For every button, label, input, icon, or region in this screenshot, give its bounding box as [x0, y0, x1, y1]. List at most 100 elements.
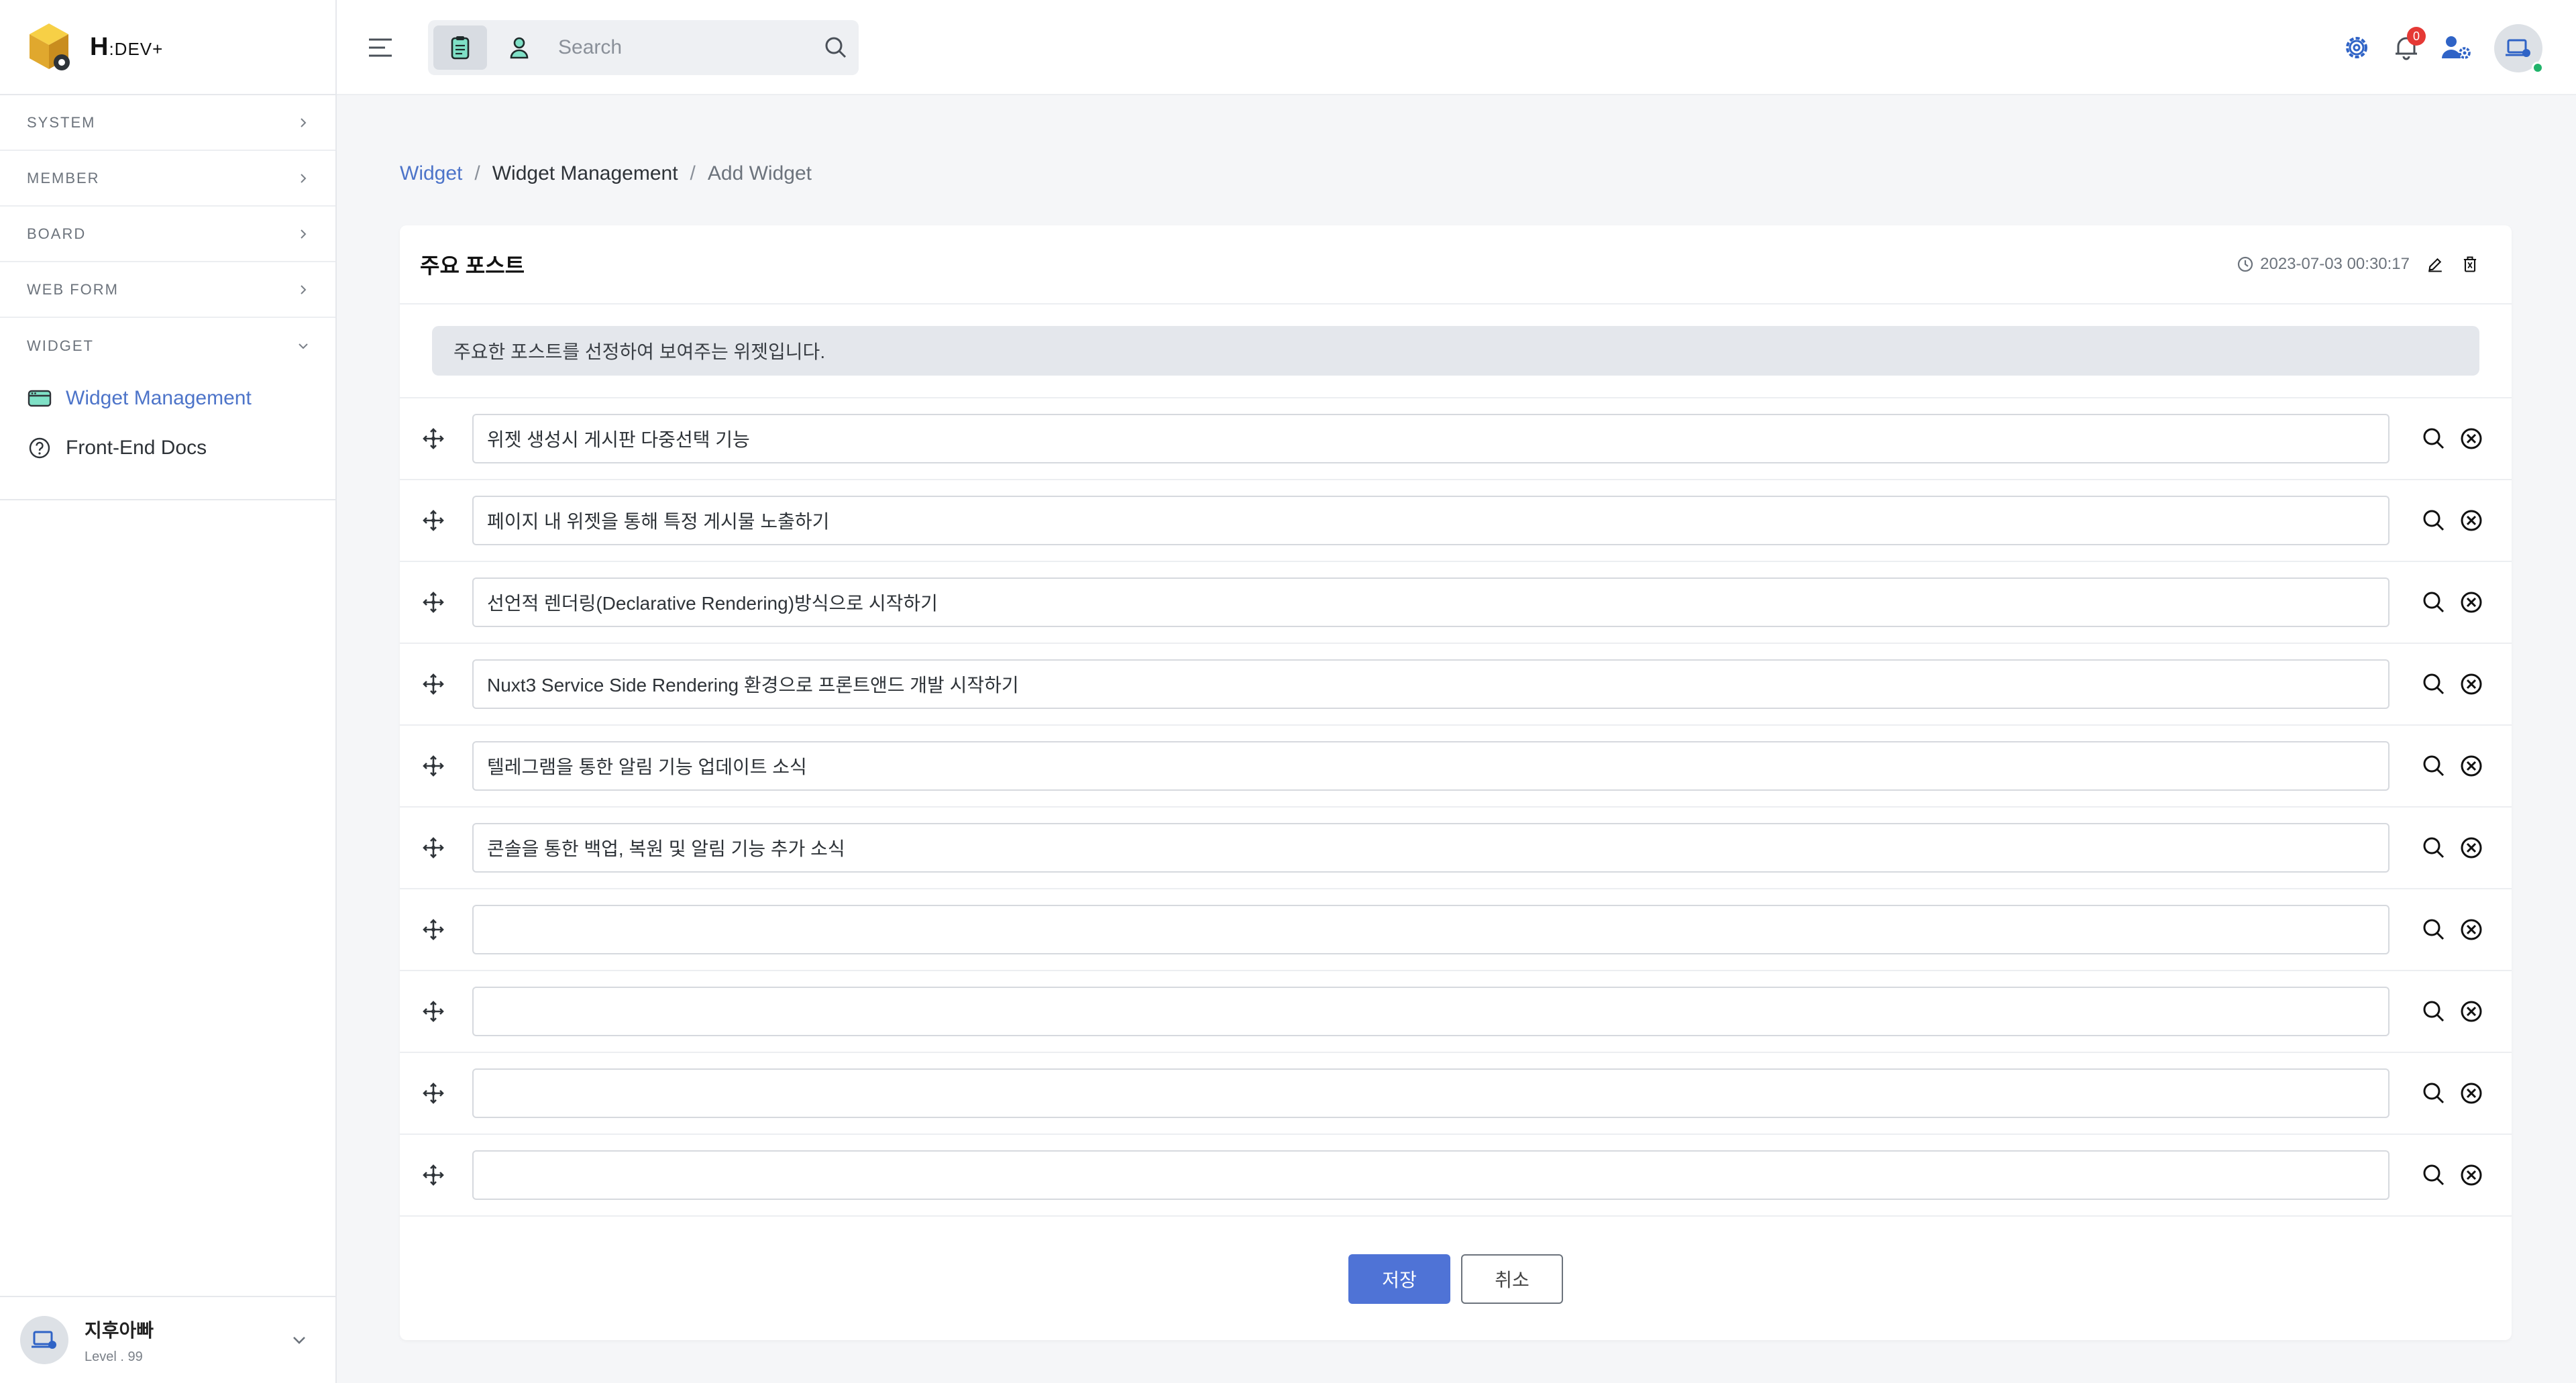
cancel-button[interactable]: 취소: [1461, 1254, 1563, 1304]
drag-handle-icon[interactable]: [420, 1080, 447, 1107]
search-scope-posts[interactable]: [433, 25, 487, 70]
search-bar: [428, 20, 859, 75]
drag-handle-icon[interactable]: [420, 507, 447, 534]
question-circle-icon: [29, 437, 50, 459]
post-input[interactable]: [472, 496, 2390, 545]
avatar[interactable]: [2494, 24, 2544, 74]
remove-circle-icon[interactable]: [2458, 1080, 2485, 1107]
user-level: Level . 99: [85, 1349, 143, 1364]
sidebar-item-label: Widget Management: [66, 387, 252, 409]
delete-icon[interactable]: [2461, 255, 2479, 274]
chevron-right-icon: [301, 117, 307, 127]
search-icon[interactable]: [2420, 753, 2447, 779]
search-icon[interactable]: [2420, 998, 2447, 1025]
search-icon[interactable]: [2420, 1162, 2447, 1188]
breadcrumb-widget[interactable]: Widget: [400, 162, 462, 185]
remove-circle-icon[interactable]: [2458, 834, 2485, 861]
search-icon[interactable]: [2420, 425, 2447, 452]
search-icon[interactable]: [2420, 589, 2447, 616]
card-meta: 2023-07-03 00:30:17: [2236, 255, 2485, 274]
sidebar-section-widget[interactable]: WIDGET: [0, 318, 335, 374]
post-input[interactable]: [472, 905, 2390, 954]
search-icon[interactable]: [2420, 834, 2447, 861]
chevron-right-icon: [301, 229, 307, 239]
drag-handle-icon[interactable]: [420, 589, 447, 616]
card-header: 주요 포스트 2023-07-03 00:30:17: [400, 225, 2512, 305]
list-item: [400, 1135, 2512, 1217]
search-scope-members[interactable]: [492, 25, 546, 70]
widget-editor-card: 주요 포스트 2023-07-03 00:30:17 주요한 포스트를 선정하여…: [400, 225, 2512, 1340]
post-input[interactable]: [472, 659, 2390, 709]
search-input[interactable]: [546, 27, 822, 68]
chevron-down-icon: [299, 343, 308, 349]
sidebar-section-board[interactable]: BOARD: [0, 207, 335, 262]
list-item: [400, 562, 2512, 644]
sidebar-item-widget-management[interactable]: Widget Management: [0, 374, 335, 423]
list-item: [400, 480, 2512, 562]
chevron-right-icon: [301, 173, 307, 183]
drag-handle-icon[interactable]: [420, 425, 447, 452]
member-settings-button[interactable]: [2438, 30, 2474, 66]
gear-icon: [2346, 37, 2367, 58]
drag-handle-icon[interactable]: [420, 998, 447, 1025]
user-profile[interactable]: 지후아빠 Level . 99: [0, 1296, 335, 1383]
drag-handle-icon[interactable]: [420, 916, 447, 943]
clipboard-icon: [451, 36, 470, 60]
sidebar-section-system[interactable]: SYSTEM: [0, 95, 335, 151]
save-button[interactable]: 저장: [1348, 1254, 1450, 1304]
drag-handle-icon[interactable]: [420, 671, 447, 698]
post-input[interactable]: [472, 414, 2390, 463]
breadcrumb-widget-management[interactable]: Widget Management: [492, 162, 678, 185]
search-icon[interactable]: [822, 34, 849, 61]
sidebar-section-member[interactable]: MEMBER: [0, 151, 335, 207]
remove-circle-icon[interactable]: [2458, 425, 2485, 452]
menu-toggle-icon[interactable]: [366, 35, 394, 60]
sidebar-section-label: MEMBER: [27, 169, 100, 186]
remove-circle-icon[interactable]: [2458, 507, 2485, 534]
search-icon[interactable]: [2420, 671, 2447, 698]
notifications-button[interactable]: 0: [2388, 27, 2426, 66]
sidebar-section-label: SYSTEM: [27, 113, 96, 131]
remove-circle-icon[interactable]: [2458, 916, 2485, 943]
brand-name: H:DEV+: [90, 32, 164, 61]
widget-timestamp: 2023-07-03 00:30:17: [2260, 255, 2410, 273]
search-icon[interactable]: [2420, 507, 2447, 534]
breadcrumb: Widget / Widget Management / Add Widget: [400, 162, 812, 185]
post-input[interactable]: [472, 1068, 2390, 1118]
post-input[interactable]: [472, 577, 2390, 627]
laptop-user-icon: [2506, 39, 2530, 57]
remove-circle-icon[interactable]: [2458, 589, 2485, 616]
user-name: 지후아빠: [85, 1319, 154, 1341]
sidebar-section-web-form[interactable]: WEB FORM: [0, 262, 335, 318]
search-icon[interactable]: [2420, 1080, 2447, 1107]
post-input[interactable]: [472, 823, 2390, 873]
edit-icon[interactable]: [2426, 255, 2445, 274]
brand[interactable]: H:DEV+: [0, 0, 335, 95]
remove-circle-icon[interactable]: [2458, 753, 2485, 779]
list-item: [400, 889, 2512, 971]
post-input[interactable]: [472, 741, 2390, 791]
post-list: [400, 397, 2512, 1217]
user-icon: [510, 37, 529, 59]
widget-title: 주요 포스트: [420, 254, 525, 278]
list-item: [400, 726, 2512, 808]
sidebar-item-label: Front-End Docs: [66, 437, 207, 459]
remove-circle-icon[interactable]: [2458, 998, 2485, 1025]
settings-button[interactable]: [2339, 30, 2375, 66]
remove-circle-icon[interactable]: [2458, 671, 2485, 698]
search-icon[interactable]: [2420, 916, 2447, 943]
post-input[interactable]: [472, 1150, 2390, 1200]
drag-handle-icon[interactable]: [420, 834, 447, 861]
topbar: 0: [337, 0, 2576, 95]
remove-circle-icon[interactable]: [2458, 1162, 2485, 1188]
post-input[interactable]: [472, 987, 2390, 1036]
chevron-down-icon[interactable]: [290, 1331, 309, 1349]
sidebar: H:DEV+ SYSTEM MEMBER BOARD WEB FORM WIDG…: [0, 0, 337, 1383]
drag-handle-icon[interactable]: [420, 1162, 447, 1188]
sidebar-item-front-end-docs[interactable]: Front-End Docs: [0, 423, 335, 473]
list-item: [400, 398, 2512, 480]
sidebar-divider: [0, 499, 335, 500]
sidebar-section-label: BOARD: [27, 225, 87, 242]
list-item: [400, 808, 2512, 889]
drag-handle-icon[interactable]: [420, 753, 447, 779]
